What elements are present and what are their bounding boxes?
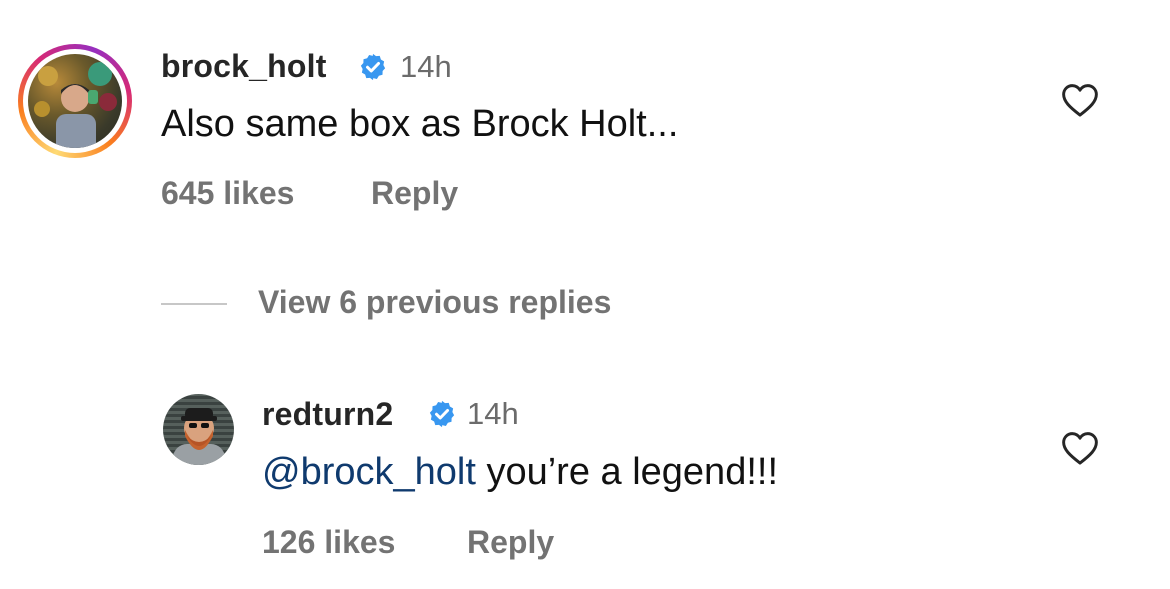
reply-button[interactable]: Reply bbox=[371, 175, 458, 212]
comment-timestamp: 14h bbox=[400, 49, 452, 84]
heart-outline-icon[interactable] bbox=[1060, 430, 1100, 466]
user-mention-link[interactable]: @brock_holt bbox=[262, 451, 476, 493]
comment-text: @brock_holt you’re a legend!!! bbox=[262, 451, 778, 494]
avatar-photo bbox=[34, 62, 117, 148]
avatar[interactable] bbox=[163, 394, 234, 465]
comment-username[interactable]: redturn2 bbox=[262, 396, 393, 433]
verified-badge-icon bbox=[429, 400, 455, 428]
view-previous-replies-button[interactable]: View 6 previous replies bbox=[258, 284, 611, 321]
heart-outline-icon[interactable] bbox=[1060, 82, 1100, 118]
thread-divider bbox=[161, 303, 227, 305]
reply-button[interactable]: Reply bbox=[467, 524, 554, 561]
avatar[interactable] bbox=[28, 54, 122, 148]
verified-badge-icon bbox=[360, 53, 386, 81]
likes-count[interactable]: 126 likes bbox=[262, 524, 395, 561]
likes-count[interactable]: 645 likes bbox=[161, 175, 294, 212]
comment-body: you’re a legend!!! bbox=[475, 451, 778, 493]
comment-username[interactable]: brock_holt bbox=[161, 48, 327, 85]
comment-timestamp: 14h bbox=[467, 396, 519, 431]
avatar-photo bbox=[173, 408, 225, 465]
comments-thread: brock_holt 14h Also same box as Brock Ho… bbox=[0, 0, 1170, 589]
story-ring[interactable] bbox=[18, 44, 132, 158]
comment-text: Also same box as Brock Holt... bbox=[161, 103, 679, 145]
